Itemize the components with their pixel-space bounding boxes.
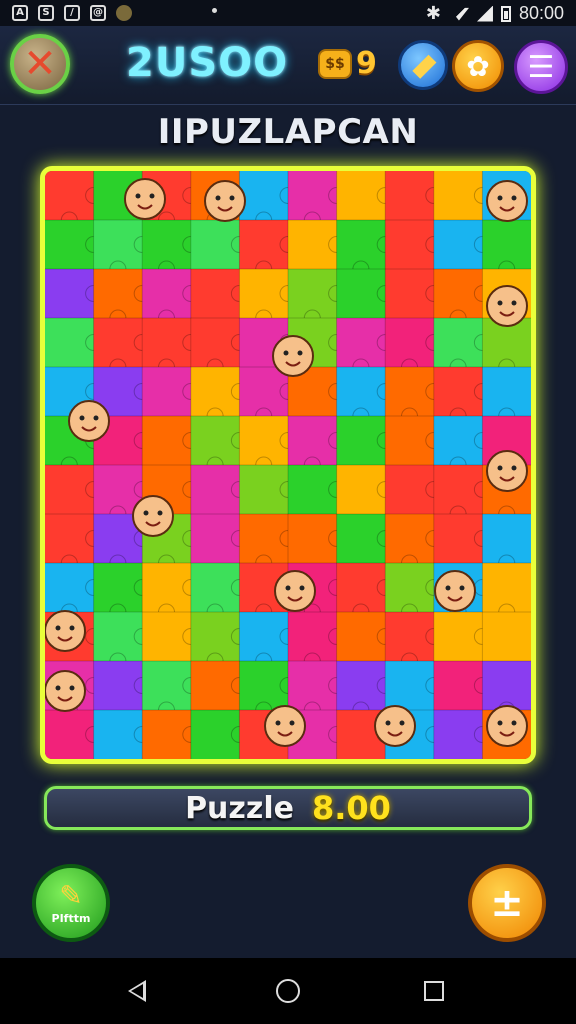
edit-button[interactable]: ✎ PIfttm xyxy=(32,864,110,942)
notification-a-icon: A xyxy=(12,5,28,21)
character-face-icon xyxy=(132,495,174,537)
menu-button[interactable]: ☰ xyxy=(514,40,568,94)
puzzle-piece[interactable] xyxy=(482,612,531,662)
character-face-icon xyxy=(486,450,528,492)
progress-bar: Puzzle 8.00 xyxy=(44,786,532,830)
status-bar: A S / @ ✱ 80:00 xyxy=(0,0,576,26)
pencil-icon: ✎ xyxy=(59,878,83,912)
hint-button[interactable]: ▬ xyxy=(398,40,448,90)
navigation-bar xyxy=(0,958,576,1024)
status-dot xyxy=(212,8,217,13)
menu-icon: ☰ xyxy=(527,49,555,85)
character-face-icon xyxy=(486,180,528,222)
coin-icon: $$ xyxy=(318,48,352,79)
status-time: 80:00 xyxy=(518,3,564,23)
character-face-icon xyxy=(204,180,246,222)
progress-label: Puzzle xyxy=(185,790,294,826)
character-face-icon xyxy=(486,285,528,327)
plus-icon: ± xyxy=(490,880,524,926)
character-face-icon xyxy=(45,670,86,712)
bluetooth-icon: ✱ xyxy=(425,3,441,23)
battery-icon xyxy=(500,5,511,22)
character-face-icon xyxy=(264,705,306,747)
add-button[interactable]: ± xyxy=(468,864,546,942)
hint-icon: ▬ xyxy=(400,42,446,88)
character-face-icon xyxy=(374,705,416,747)
signal-icon xyxy=(476,5,493,22)
coin-count: 9 xyxy=(356,46,377,81)
nav-back-icon[interactable] xyxy=(128,980,146,1002)
character-face-icon xyxy=(68,400,110,442)
nav-home-icon[interactable] xyxy=(276,979,300,1003)
character-face-icon xyxy=(45,610,86,652)
character-face-icon xyxy=(272,335,314,377)
close-icon: ✕ xyxy=(23,41,57,87)
puzzle-grid[interactable] xyxy=(45,171,531,759)
close-button[interactable]: ✕ xyxy=(10,34,70,94)
character-face-icon xyxy=(434,570,476,612)
character-face-icon xyxy=(124,178,166,220)
shop-button[interactable]: ✿ xyxy=(452,40,504,92)
character-face-icon xyxy=(274,570,316,612)
progress-value: 8.00 xyxy=(311,789,391,827)
page-title: IIPUZLAPCAN xyxy=(157,112,419,152)
coin-counter: $$ 9 xyxy=(318,46,377,81)
puzzle-board[interactable] xyxy=(40,166,536,764)
nav-recents-icon[interactable] xyxy=(424,981,444,1001)
app-icon: @ xyxy=(90,5,106,21)
character-face-icon xyxy=(486,705,528,747)
avatar-icon xyxy=(116,5,132,21)
edit-button-label: PIfttm xyxy=(51,911,91,925)
notification-s-icon: S xyxy=(38,5,54,21)
shop-icon: ✿ xyxy=(466,49,490,83)
score: 2USOO xyxy=(126,40,289,86)
wifi-icon xyxy=(448,7,469,21)
game-header: ✕ 2USOO $$ 9 ▬ ✿ ☰ xyxy=(0,26,576,105)
no-signal-icon: / xyxy=(64,5,80,21)
